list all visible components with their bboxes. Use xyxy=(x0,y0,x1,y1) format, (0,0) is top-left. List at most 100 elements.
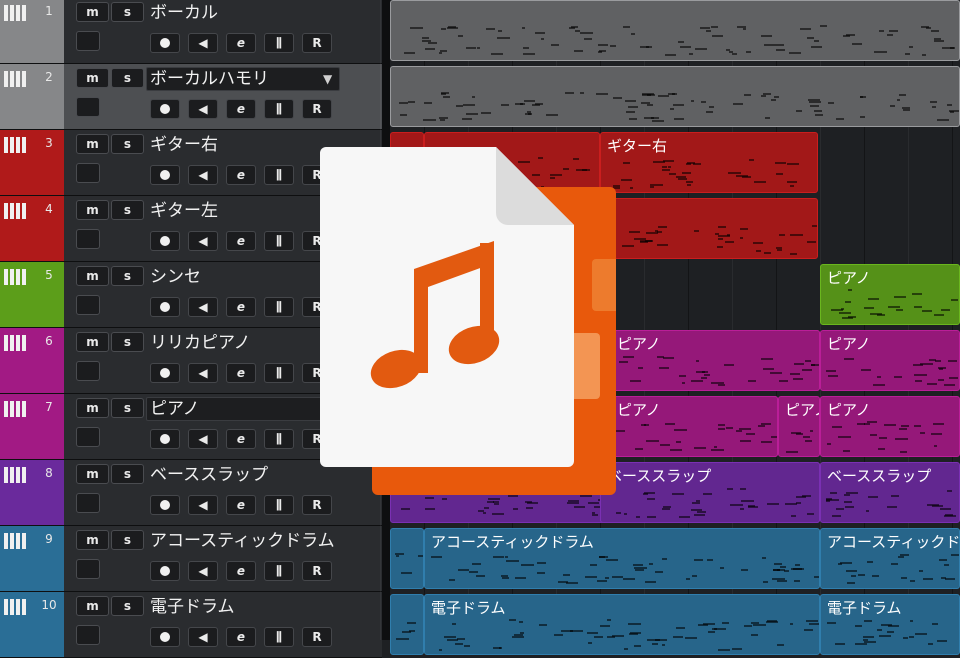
midi-clip[interactable]: ベーススラップ xyxy=(600,462,820,523)
midi-clip[interactable]: ピアノ xyxy=(778,396,820,457)
track-blank-button[interactable] xyxy=(76,493,100,513)
monitor-button[interactable]: ◀ xyxy=(188,165,218,185)
monitor-button[interactable]: ◀ xyxy=(188,429,218,449)
track-blank-button[interactable] xyxy=(76,295,100,315)
mixer-button[interactable]: ⫼ xyxy=(264,627,294,647)
solo-button[interactable]: s xyxy=(111,464,144,484)
solo-button[interactable]: s xyxy=(111,332,144,352)
midi-clip[interactable]: 電子ドラム xyxy=(424,594,820,655)
solo-button[interactable]: s xyxy=(111,68,144,88)
track-name[interactable]: 電子ドラム xyxy=(150,594,340,620)
track-name[interactable]: ギター左 xyxy=(150,198,340,224)
record-button[interactable] xyxy=(150,363,180,383)
track-blank-button[interactable] xyxy=(76,97,100,117)
chevron-down-icon[interactable]: ▼ xyxy=(323,72,332,86)
record-button[interactable] xyxy=(150,231,180,251)
track-color-strip[interactable]: 1 xyxy=(0,0,64,64)
track-name[interactable]: シンセ xyxy=(150,264,340,290)
track-row[interactable]: 2 m s ボーカルハモリ ▼ ◀ e ⫼ R xyxy=(0,64,382,130)
mixer-button[interactable]: ⫼ xyxy=(264,495,294,515)
track-control-area[interactable]: m s ボーカル ◀ e ⫼ R xyxy=(64,0,382,64)
edit-button[interactable]: e xyxy=(226,627,256,647)
record-button[interactable] xyxy=(150,165,180,185)
track-name[interactable]: ベーススラップ xyxy=(150,462,340,488)
mute-button[interactable]: m xyxy=(76,332,109,352)
record-button[interactable] xyxy=(150,33,180,53)
solo-button[interactable]: s xyxy=(111,134,144,154)
edit-button[interactable]: e xyxy=(226,99,256,119)
track-name[interactable]: アコースティックドラム xyxy=(150,528,340,554)
midi-clip[interactable]: 電子ドラム xyxy=(820,594,960,655)
edit-button[interactable]: e xyxy=(226,363,256,383)
track-color-strip[interactable]: 10 xyxy=(0,592,64,658)
record-button[interactable] xyxy=(150,495,180,515)
mixer-button[interactable]: ⫼ xyxy=(264,99,294,119)
track-control-area[interactable]: m s アコースティックドラム ◀ e ⫼ R xyxy=(64,526,382,592)
track-color-strip[interactable]: 3 xyxy=(0,130,64,196)
solo-button[interactable]: s xyxy=(111,398,144,418)
track-name[interactable]: ボーカルハモリ xyxy=(150,66,340,92)
monitor-button[interactable]: ◀ xyxy=(188,363,218,383)
track-blank-button[interactable] xyxy=(76,31,100,51)
monitor-button[interactable]: ◀ xyxy=(188,99,218,119)
midi-clip[interactable]: アコースティックドラム xyxy=(820,528,960,589)
solo-button[interactable]: s xyxy=(111,266,144,286)
mute-button[interactable]: m xyxy=(76,200,109,220)
track-blank-button[interactable] xyxy=(76,625,100,645)
track-color-strip[interactable]: 7 xyxy=(0,394,64,460)
solo-button[interactable]: s xyxy=(111,596,144,616)
track-blank-button[interactable] xyxy=(76,559,100,579)
track-row[interactable]: 1 m s ボーカル ◀ e ⫼ R xyxy=(0,0,382,64)
edit-button[interactable]: e xyxy=(226,165,256,185)
track-name[interactable]: リリカピアノ xyxy=(150,330,340,356)
midi-clip[interactable]: ギター右 xyxy=(600,132,818,193)
mute-button[interactable]: m xyxy=(76,2,109,22)
track-color-strip[interactable]: 6 xyxy=(0,328,64,394)
monitor-button[interactable]: ◀ xyxy=(188,495,218,515)
read-button[interactable]: R xyxy=(302,33,332,53)
track-blank-button[interactable] xyxy=(76,361,100,381)
mixer-button[interactable]: ⫼ xyxy=(264,231,294,251)
mute-button[interactable]: m xyxy=(76,530,109,550)
mute-button[interactable]: m xyxy=(76,398,109,418)
mute-button[interactable]: m xyxy=(76,464,109,484)
midi-clip[interactable] xyxy=(390,0,960,61)
read-button[interactable]: R xyxy=(302,627,332,647)
midi-clip[interactable]: アコースティックドラム xyxy=(424,528,820,589)
edit-button[interactable]: e xyxy=(226,495,256,515)
midi-clip[interactable]: ピアノ xyxy=(610,396,778,457)
edit-button[interactable]: e xyxy=(226,33,256,53)
monitor-button[interactable]: ◀ xyxy=(188,297,218,317)
edit-button[interactable]: e xyxy=(226,297,256,317)
track-blank-button[interactable] xyxy=(76,427,100,447)
mixer-button[interactable]: ⫼ xyxy=(264,165,294,185)
track-control-area[interactable]: m s ボーカルハモリ ▼ ◀ e ⫼ R xyxy=(64,64,382,130)
track-name[interactable]: ピアノ xyxy=(150,396,340,422)
midi-clip[interactable] xyxy=(390,594,424,655)
read-button[interactable]: R xyxy=(302,495,332,515)
solo-button[interactable]: s xyxy=(111,530,144,550)
track-blank-button[interactable] xyxy=(76,163,100,183)
midi-clip[interactable]: ベーススラップ xyxy=(820,462,960,523)
mixer-button[interactable]: ⫼ xyxy=(264,363,294,383)
mixer-button[interactable]: ⫼ xyxy=(264,561,294,581)
midi-clip[interactable] xyxy=(390,528,424,589)
record-button[interactable] xyxy=(150,297,180,317)
midi-clip[interactable]: ピアノ xyxy=(820,264,960,325)
monitor-button[interactable]: ◀ xyxy=(188,33,218,53)
track-color-strip[interactable]: 9 xyxy=(0,526,64,592)
track-row[interactable]: 9 m s アコースティックドラム ◀ e ⫼ R xyxy=(0,526,382,592)
mute-button[interactable]: m xyxy=(76,68,109,88)
mute-button[interactable]: m xyxy=(76,134,109,154)
edit-button[interactable]: e xyxy=(226,231,256,251)
read-button[interactable]: R xyxy=(302,561,332,581)
midi-clip[interactable]: ピアノ xyxy=(610,330,820,391)
read-button[interactable]: R xyxy=(302,99,332,119)
monitor-button[interactable]: ◀ xyxy=(188,231,218,251)
mixer-button[interactable]: ⫼ xyxy=(264,33,294,53)
monitor-button[interactable]: ◀ xyxy=(188,627,218,647)
track-color-strip[interactable]: 8 xyxy=(0,460,64,526)
track-name[interactable]: ボーカル xyxy=(150,0,340,26)
solo-button[interactable]: s xyxy=(111,200,144,220)
record-button[interactable] xyxy=(150,561,180,581)
